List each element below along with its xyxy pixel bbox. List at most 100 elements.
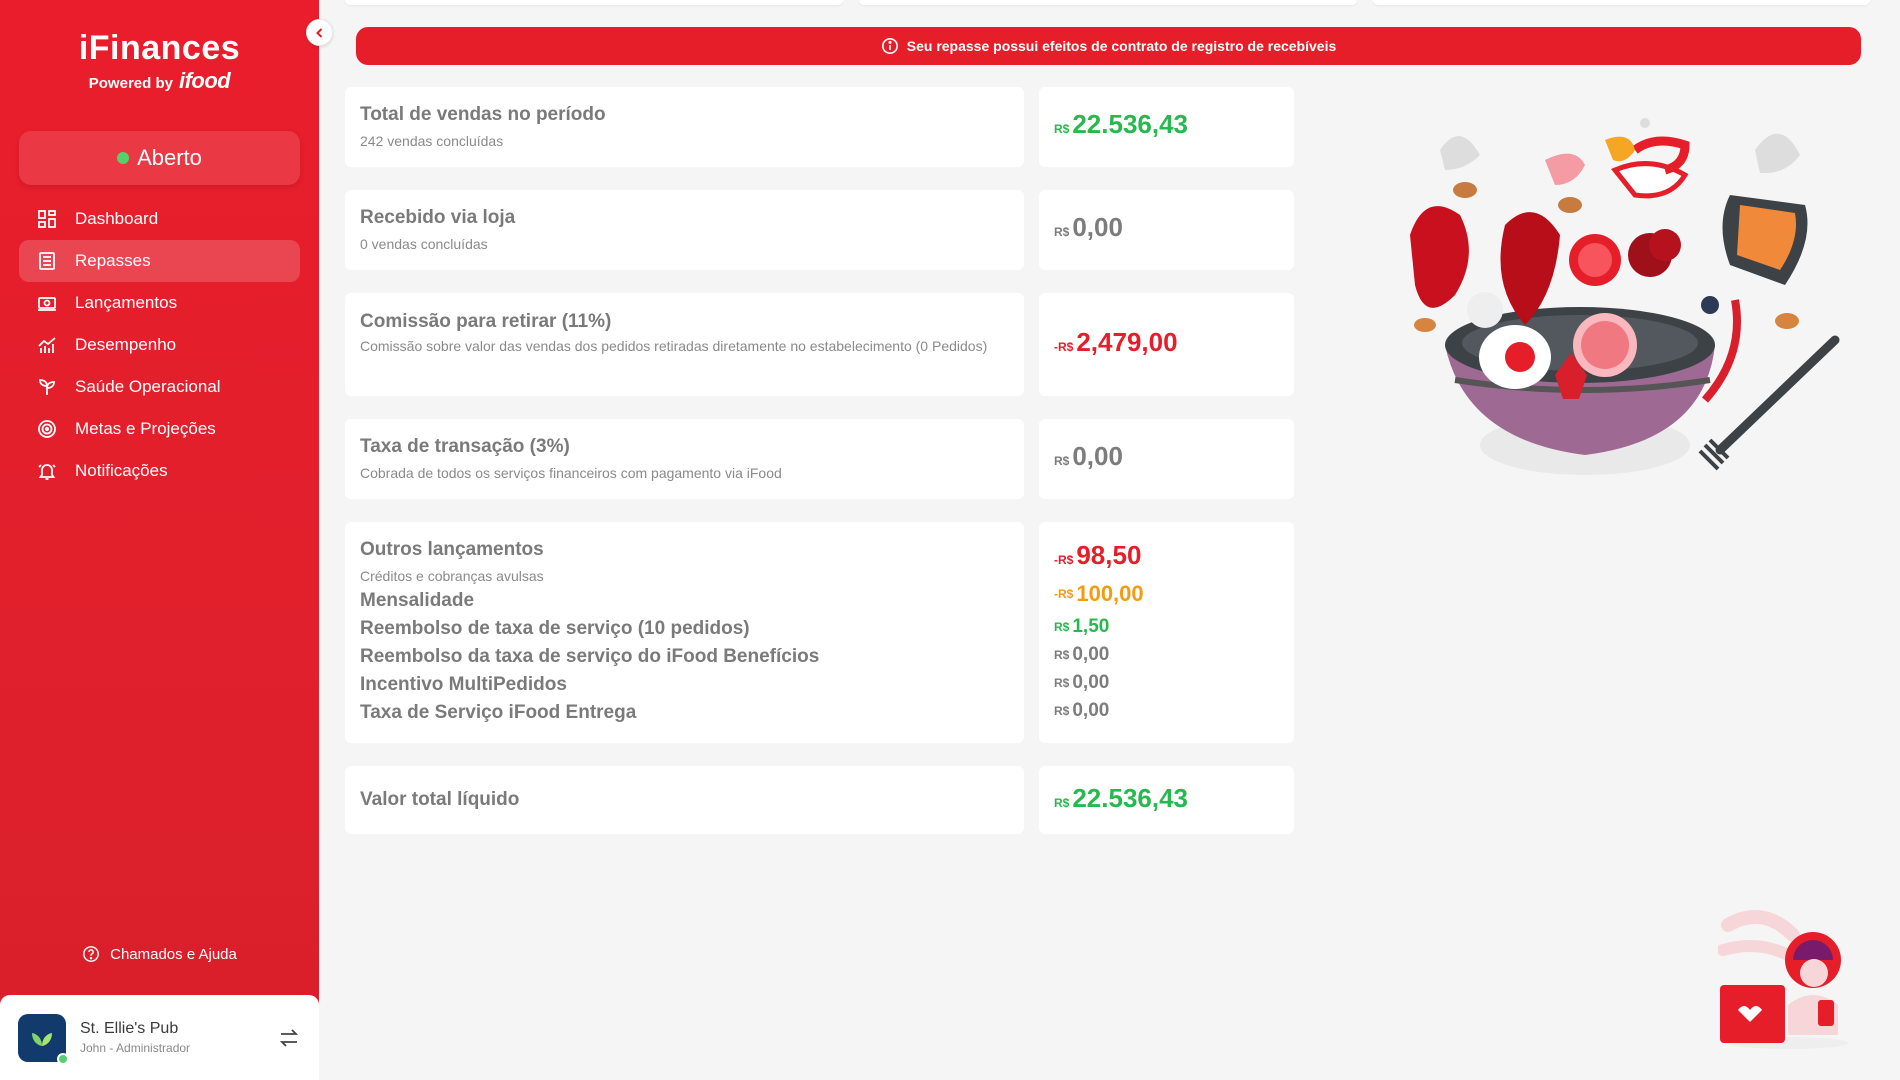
net-total-amount: R$ 22.536,43 [1054, 783, 1279, 814]
row-subtitle: Créditos e cobranças avulsas [360, 568, 544, 584]
sidebar-item-lancamentos[interactable]: Lançamentos [19, 282, 300, 324]
amount-value: 0,00 [1072, 672, 1110, 693]
pickup-commission-amount: -R$ 2,479,00 [1054, 327, 1279, 358]
list-icon [39, 252, 55, 270]
amount-value: 22.536,43 [1072, 109, 1189, 139]
currency-label: R$ [1054, 454, 1070, 468]
transaction-fee-card: Taxa de transação (3%) Cobrada de todos … [345, 419, 1024, 499]
help-link[interactable]: Chamados e Ajuda [0, 945, 319, 963]
sidebar-item-metas-projecoes[interactable]: Metas e Projeções [19, 408, 300, 450]
dashboard-icon [38, 210, 56, 228]
sidebar-item-desempenho[interactable]: Desempenho [19, 324, 300, 366]
amount-value: 2,479,00 [1076, 327, 1178, 357]
row-subtitle: 242 vendas concluídas [360, 133, 504, 149]
currency-label: -R$ [1054, 340, 1074, 354]
amount-value: 1,50 [1072, 615, 1110, 637]
currency-label: R$ [1054, 619, 1070, 634]
info-icon [881, 37, 898, 55]
entry-amount: R$ 0,00 [1054, 641, 1279, 669]
store-status-label: Aberto [137, 145, 202, 170]
account-switcher[interactable]: St. Ellie's Pub John - Administrador [0, 995, 319, 1080]
transaction-fee-amount: R$ 0,00 [1054, 441, 1279, 472]
amount-value: 22.536,43 [1072, 783, 1189, 813]
entry-label: Incentivo MultiPedidos [360, 674, 567, 695]
currency-label: R$ [1054, 704, 1070, 718]
sidebar-item-dashboard[interactable]: Dashboard [19, 198, 300, 240]
pickup-commission-card: Comissão para retirar (11%) Comissão sob… [345, 293, 1024, 396]
row-title: Valor total líquido [360, 789, 520, 810]
amount-value: 0,00 [1072, 441, 1123, 471]
currency-label: R$ [1054, 122, 1070, 136]
total-sales-card: Total de vendas no período 242 vendas co… [345, 87, 1024, 167]
pickup-commission-value-card: -R$ 2,479,00 [1039, 293, 1294, 396]
store-status-button[interactable]: Aberto [19, 131, 300, 185]
chevron-left-icon [315, 27, 322, 38]
row-title: Taxa de transação (3%) [360, 436, 570, 457]
amount-value: 98,50 [1076, 540, 1142, 570]
scrolled-card-stub [345, 0, 843, 5]
other-entries-value-card: -R$ 98,50 -R$ 100,00 R$ 1,50 R$ 0,00 R$ … [1039, 522, 1294, 743]
collapse-sidebar-button[interactable] [306, 19, 333, 46]
sidebar: iFinances Powered by ifood Aberto Dashbo… [0, 0, 319, 1080]
net-total-value-card: R$ 22.536,43 [1039, 766, 1294, 834]
banner-text: Seu repasse possui efeitos de contrato d… [906, 38, 1337, 54]
net-total-card: Valor total líquido [345, 766, 1024, 834]
sidebar-item-repasses[interactable]: Repasses [19, 240, 300, 282]
currency-label: R$ [1054, 225, 1070, 239]
entry-label: Taxa de Serviço iFood Entrega [360, 702, 637, 723]
bell-icon [38, 464, 56, 480]
target-icon [38, 420, 56, 438]
sidebar-item-saude-operacional[interactable]: Saúde Operacional [19, 366, 300, 408]
row-title: Total de vendas no período [360, 104, 606, 125]
sidebar-item-label: Saúde Operacional [75, 377, 221, 396]
row-title: Comissão para retirar (11%) [360, 311, 612, 332]
sidebar-item-label: Notificações [75, 461, 168, 480]
app-logo: iFinances Powered by ifood [0, 30, 319, 94]
account-name: St. Ellie's Pub [80, 1020, 179, 1037]
avatar [18, 1013, 69, 1065]
entry-amount: -R$ 100,00 [1054, 576, 1279, 612]
scrolled-card-stub [859, 0, 1357, 5]
entry-amount: R$ 1,50 [1054, 612, 1279, 641]
currency-label: -R$ [1054, 553, 1074, 567]
sidebar-nav: Dashboard Repasses Lançamentos Desempenh… [19, 198, 300, 492]
powered-by: Powered by ifood [0, 68, 319, 94]
total-sales-amount: R$ 22.536,43 [1054, 109, 1279, 140]
chart-icon [38, 337, 56, 353]
receivables-contract-banner: Seu repasse possui efeitos de contrato d… [356, 27, 1861, 65]
currency-label: R$ [1054, 648, 1070, 662]
account-role: John - Administrador [80, 1041, 191, 1055]
amount-value: 0,00 [1072, 644, 1110, 665]
brand-name: iFinances [78, 29, 241, 67]
row-title: Recebido via loja [360, 207, 516, 228]
plant-icon [39, 379, 55, 395]
currency-label: -R$ [1054, 587, 1074, 601]
currency-label: R$ [1054, 676, 1070, 690]
entry-label: Reembolso da taxa de serviço do iFood Be… [360, 646, 820, 667]
powered-by-label: Powered by [88, 75, 173, 92]
swap-icon[interactable] [277, 1026, 301, 1050]
online-indicator [57, 1052, 69, 1065]
store-received-value-card: R$ 0,00 [1039, 190, 1294, 270]
leaf-logo-icon [32, 1032, 52, 1046]
account-info: St. Ellie's Pub John - Administrador [80, 1020, 277, 1055]
help-icon [83, 946, 100, 962]
transaction-fee-value-card: R$ 0,00 [1039, 419, 1294, 499]
sidebar-item-label: Metas e Projeções [75, 419, 216, 438]
row-title: Outros lançamentos [360, 539, 544, 560]
ifood-logo: ifood [178, 68, 231, 93]
entry-label: Mensalidade [360, 590, 475, 611]
row-subtitle: Comissão sobre valor das vendas dos pedi… [360, 338, 988, 354]
total-sales-value-card: R$ 22.536,43 [1039, 87, 1294, 167]
sidebar-item-label: Desempenho [75, 335, 177, 354]
amount-value: 0,00 [1072, 700, 1110, 721]
sidebar-item-label: Lançamentos [75, 293, 178, 312]
sidebar-item-notificacoes[interactable]: Notificações [19, 450, 300, 492]
scrolled-card-stub [1373, 0, 1870, 5]
entry-label: Reembolso de taxa de serviço (10 pedidos… [360, 618, 750, 639]
other-entries-amount: -R$ 98,50 [1054, 540, 1279, 576]
currency-label: R$ [1054, 796, 1070, 810]
row-subtitle: 0 vendas concluídas [360, 236, 488, 252]
entry-amount: R$ 0,00 [1054, 669, 1279, 697]
sidebar-item-label: Dashboard [75, 209, 159, 228]
